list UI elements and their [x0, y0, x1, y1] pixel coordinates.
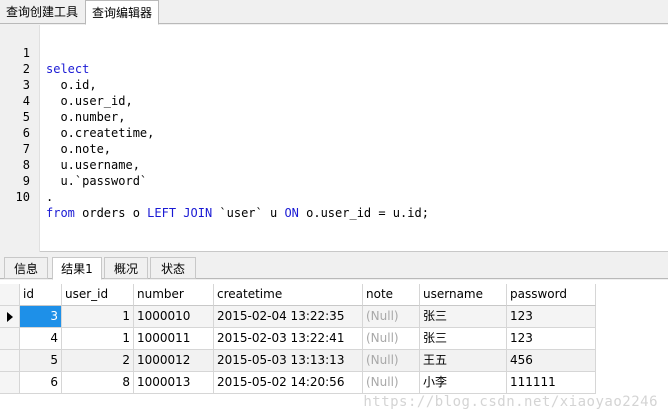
cell-password[interactable]: 123 — [507, 306, 596, 328]
cell-user-id[interactable]: 1 — [62, 306, 134, 328]
row-indicator[interactable] — [0, 306, 20, 328]
code-line: 5 o.createtime, — [0, 93, 668, 140]
cell-username[interactable]: 小李 — [420, 372, 507, 394]
cell-id[interactable]: 3 — [20, 306, 62, 328]
cell-username[interactable]: 张三 — [420, 306, 507, 328]
code-line: 7 u.username, — [0, 125, 668, 172]
row-indicator[interactable] — [0, 372, 20, 394]
cell-username[interactable]: 王五 — [420, 350, 507, 372]
code-line: 2 o.id, — [0, 45, 668, 92]
cell-number[interactable]: 1000013 — [134, 372, 214, 394]
code-text: orders o — [74, 206, 148, 220]
row-indicator[interactable] — [0, 350, 20, 372]
cell-note[interactable]: (Null) — [363, 372, 420, 394]
code-line: 6 o.note, — [0, 109, 668, 156]
sql-keyword: from — [46, 206, 75, 220]
code-text: `user` u — [212, 206, 285, 220]
cell-note[interactable]: (Null) — [363, 328, 420, 350]
cell-createtime[interactable]: 2015-05-03 13:13:13 — [214, 350, 363, 372]
cell-createtime[interactable]: 2015-02-03 13:22:41 — [214, 328, 363, 350]
code-line: 1 select — [0, 29, 668, 76]
code-text: o.user_id = u.id; — [298, 206, 429, 220]
cell-user-id[interactable]: 8 — [62, 372, 134, 394]
table-row[interactable]: 6 8 1000013 2015-05-02 14:20:56 (Null) 小… — [0, 372, 598, 394]
sql-keyword: LEFT JOIN — [147, 206, 213, 220]
code-text: . — [46, 190, 54, 204]
result-grid[interactable]: id user_id number createtime note userna… — [0, 280, 668, 420]
tab-result1[interactable]: 结果1 — [52, 257, 102, 280]
cell-createtime[interactable]: 2015-02-04 13:22:35 — [214, 306, 363, 328]
tab-query-builder[interactable]: 查询创建工具 — [0, 0, 84, 24]
column-header-id[interactable]: id — [20, 284, 62, 306]
table-row[interactable]: 5 2 1000012 2015-05-03 13:13:13 (Null) 王… — [0, 350, 598, 372]
cell-note[interactable]: (Null) — [363, 306, 420, 328]
cell-password[interactable]: 456 — [507, 350, 596, 372]
cell-id[interactable]: 4 — [20, 328, 62, 350]
column-header-number[interactable]: number — [134, 284, 214, 306]
code-line: 9 . — [0, 157, 668, 204]
code-line: 8 u.`password` — [0, 141, 668, 188]
code-line: 4 o.number, — [0, 77, 668, 124]
code-line: 3 o.user_id, — [0, 61, 668, 108]
sql-editor[interactable]: 1 select 2 o.id, 3 o.user_id, 4 o.number… — [0, 25, 668, 252]
cell-number[interactable]: 1000011 — [134, 328, 214, 350]
column-header-createtime[interactable]: createtime — [214, 284, 363, 306]
cell-user-id[interactable]: 2 — [62, 350, 134, 372]
tab-profile[interactable]: 概况 — [104, 257, 148, 279]
watermark: https://blog.csdn.net/xiaoyao2246 — [363, 394, 658, 410]
cell-user-id[interactable]: 1 — [62, 328, 134, 350]
cell-number[interactable]: 1000010 — [134, 306, 214, 328]
cell-note[interactable]: (Null) — [363, 350, 420, 372]
tab-info[interactable]: 信息 — [4, 257, 48, 279]
cell-number[interactable]: 1000012 — [134, 350, 214, 372]
table-row[interactable]: 4 1 1000011 2015-02-03 13:22:41 (Null) 张… — [0, 328, 598, 350]
tab-query-editor[interactable]: 查询编辑器 — [85, 0, 159, 25]
column-header-note[interactable]: note — [363, 284, 420, 306]
row-indicator-header — [0, 284, 20, 306]
cell-username[interactable]: 张三 — [420, 328, 507, 350]
column-header-username[interactable]: username — [420, 284, 507, 306]
top-tab-bar: 查询创建工具 查询编辑器 — [0, 0, 668, 25]
row-indicator[interactable] — [0, 328, 20, 350]
table-row[interactable]: 3 1 1000010 2015-02-04 13:22:35 (Null) 张… — [0, 306, 598, 328]
column-header-user-id[interactable]: user_id — [62, 284, 134, 306]
code-line: 10 from orders o LEFT JOIN `user` u ON o… — [0, 173, 668, 220]
cell-id[interactable]: 5 — [20, 350, 62, 372]
sql-keyword: ON — [284, 206, 299, 220]
result-tab-bar: 信息 结果1 概况 状态 — [0, 257, 668, 280]
tab-status[interactable]: 状态 — [150, 257, 196, 279]
column-header-password[interactable]: password — [507, 284, 596, 306]
cell-createtime[interactable]: 2015-05-02 14:20:56 — [214, 372, 363, 394]
cell-id[interactable]: 6 — [20, 372, 62, 394]
cell-password[interactable]: 111111 — [507, 372, 596, 394]
cell-password[interactable]: 123 — [507, 328, 596, 350]
current-row-arrow-icon — [7, 312, 13, 322]
grid-header-row: id user_id number createtime note userna… — [0, 284, 598, 306]
line-number: 10 — [15, 190, 30, 204]
